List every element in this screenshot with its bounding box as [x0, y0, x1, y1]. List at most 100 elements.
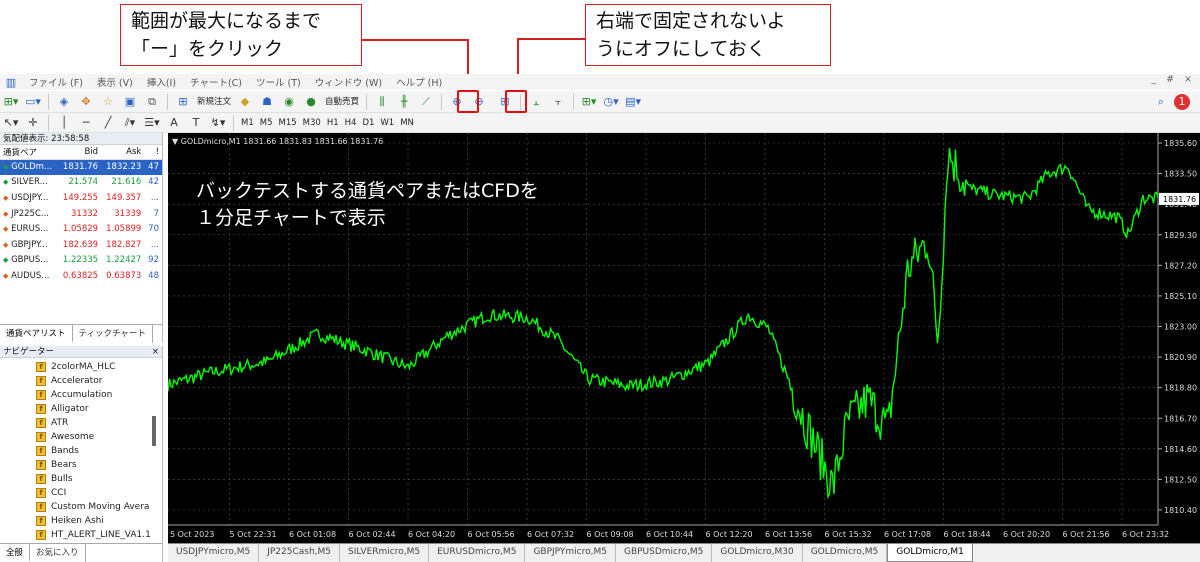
chart-tab[interactable]: JP225Cash,M5: [259, 544, 341, 562]
col-bid[interactable]: Bid: [57, 145, 102, 160]
menu-help[interactable]: ヘルプ (H): [389, 75, 449, 89]
table-row[interactable]: ◆ SILVER... 21.574 21.616 42: [0, 175, 162, 191]
horizontal-line-icon[interactable]: ─: [77, 114, 95, 132]
market-icon[interactable]: ◉: [280, 93, 298, 111]
menu-view[interactable]: 表示 (V): [90, 75, 140, 89]
tf-m1[interactable]: M1: [238, 115, 257, 131]
symbol-cell[interactable]: ◆ AUDUS...: [0, 268, 58, 284]
symbol-cell[interactable]: ◆ GBPUS...: [0, 253, 58, 269]
chart-shift-icon[interactable]: ⫠: [527, 93, 545, 111]
symbol-cell[interactable]: ◆ EURUS...: [0, 221, 58, 237]
menu-file[interactable]: ファイル (F): [22, 75, 90, 89]
chart-tab[interactable]: GOLDmicro,M5: [803, 544, 888, 562]
market-watch-icon[interactable]: ◈: [55, 93, 73, 111]
symbol-cell[interactable]: ◆ GOLDm...: [0, 159, 58, 175]
strategy-tester-icon[interactable]: ⧉: [143, 93, 161, 111]
minimize-icon[interactable]: _: [1151, 74, 1156, 85]
chart-tab[interactable]: GBPUSDmicro,M5: [616, 544, 713, 562]
auto-trade-button[interactable]: 自動売買: [322, 94, 362, 110]
menu-tools[interactable]: ツール (T): [249, 75, 308, 89]
table-row[interactable]: ◆ JP225C... 31332 31339 7: [0, 206, 162, 222]
auto-scroll-icon[interactable]: ⫟: [549, 93, 567, 111]
cursor-icon[interactable]: ↖▾: [2, 114, 20, 132]
table-row[interactable]: ◆ GBPJPY... 182.639 182.827 ...: [0, 237, 162, 253]
menu-window[interactable]: ウィンドウ (W): [308, 75, 389, 89]
line-chart-icon[interactable]: ⟋: [417, 93, 435, 111]
vertical-line-icon[interactable]: │: [55, 114, 73, 132]
arrows-icon[interactable]: ↯▾: [209, 114, 227, 132]
new-order-button[interactable]: 新規注文: [194, 94, 234, 110]
list-item[interactable]: f ATR: [0, 416, 162, 430]
new-chart-icon[interactable]: ⊞▾: [2, 93, 20, 111]
list-item[interactable]: f Accumulation: [0, 388, 162, 402]
list-item[interactable]: f HT_ALERT_LINE_VA1.1: [0, 528, 162, 542]
text-icon[interactable]: A: [165, 114, 183, 132]
chart-tab[interactable]: SILVERmicro,M5: [340, 544, 430, 562]
signals-icon[interactable]: ☗: [258, 93, 276, 111]
tf-w1[interactable]: W1: [377, 115, 397, 131]
tf-m15[interactable]: M15: [276, 115, 300, 131]
table-row[interactable]: ◆ EURUS... 1.05829 1.05899 70: [0, 221, 162, 237]
close-icon[interactable]: ×: [1184, 74, 1192, 85]
crosshair-icon[interactable]: ✛: [24, 114, 42, 132]
col-symbol[interactable]: 通貨ペア: [0, 145, 58, 160]
chart-tab[interactable]: USDJPYmicro,M5: [168, 544, 260, 562]
tab-tick-chart[interactable]: ティックチャート: [73, 325, 153, 343]
fibo-icon[interactable]: ☰▾: [143, 114, 161, 132]
tab-favorites[interactable]: お気に入り: [30, 544, 86, 562]
chart-tab[interactable]: GBPJPYmicro,M5: [525, 544, 616, 562]
table-row[interactable]: ◆ USDJPY... 149.255 149.357 ...: [0, 190, 162, 206]
list-item[interactable]: f CCI: [0, 486, 162, 500]
navigator-scrollbar[interactable]: [152, 416, 156, 446]
tf-m30[interactable]: M30: [300, 115, 324, 131]
label-icon[interactable]: T: [187, 114, 205, 132]
search-icon[interactable]: ⌕: [1152, 93, 1170, 111]
chart-tab[interactable]: EURUSDmicro,M5: [429, 544, 526, 562]
symbol-cell[interactable]: ◆ SILVER...: [0, 175, 58, 191]
list-item[interactable]: f Heiken Ashi: [0, 514, 162, 528]
tf-m5[interactable]: M5: [257, 115, 276, 131]
tf-h1[interactable]: H1: [324, 115, 342, 131]
table-row[interactable]: ◆ GBPUS... 1.22335 1.22427 92: [0, 253, 162, 269]
chart-tab[interactable]: GOLDmicro,M1: [887, 544, 973, 562]
list-item[interactable]: f Accelerator: [0, 374, 162, 388]
list-item[interactable]: f Bulls: [0, 472, 162, 486]
col-spread[interactable]: !: [144, 145, 162, 160]
navigator-icon[interactable]: ☆: [99, 93, 117, 111]
col-ask[interactable]: Ask: [101, 145, 145, 160]
list-item[interactable]: f 2colorMA_HLC: [0, 360, 162, 374]
table-row[interactable]: ◆ AUDUS... 0.63825 0.63873 48: [0, 268, 162, 284]
chart-tab[interactable]: GOLDmicro,M30: [712, 544, 803, 562]
profiles-icon[interactable]: ▭▾: [24, 93, 42, 111]
list-item[interactable]: f Alligator: [0, 402, 162, 416]
list-item[interactable]: f Bears: [0, 458, 162, 472]
templates-icon[interactable]: ▤▾: [624, 93, 642, 111]
tf-h4[interactable]: H4: [342, 115, 360, 131]
channel-icon[interactable]: ⫽▾: [121, 114, 139, 132]
terminal-icon[interactable]: ▣: [121, 93, 139, 111]
tf-mn[interactable]: MN: [397, 115, 417, 131]
tf-d1[interactable]: D1: [359, 115, 377, 131]
restore-icon[interactable]: #: [1166, 74, 1174, 85]
notification-icon[interactable]: 1: [1174, 93, 1190, 110]
periods-icon[interactable]: ◷▾: [602, 93, 620, 111]
tab-symbols[interactable]: 通貨ペアリスト: [0, 325, 73, 343]
indicators-icon[interactable]: ⊞▾: [580, 93, 598, 111]
close-icon[interactable]: ×: [152, 346, 162, 357]
data-window-icon[interactable]: ✥: [77, 93, 95, 111]
trend-line-icon[interactable]: ╱: [99, 114, 117, 132]
meta-editor-icon[interactable]: ◆: [236, 93, 254, 111]
tab-general[interactable]: 全般: [0, 544, 31, 562]
menu-chart[interactable]: チャート(C): [183, 75, 249, 89]
symbol-cell[interactable]: ◆ JP225C...: [0, 206, 58, 222]
list-item[interactable]: f Bands: [0, 444, 162, 458]
auto-trade-icon[interactable]: ●: [302, 93, 320, 111]
candlestick-icon[interactable]: ╫: [395, 93, 413, 111]
list-item[interactable]: f Awesome: [0, 430, 162, 444]
table-row[interactable]: ◆ GOLDm... 1831.76 1832.23 47: [0, 159, 162, 175]
new-order-icon[interactable]: ⊞: [174, 93, 192, 111]
menu-insert[interactable]: 挿入(I): [140, 75, 183, 89]
symbol-cell[interactable]: ◆ GBPJPY...: [0, 237, 58, 253]
bar-chart-icon[interactable]: ⫼: [373, 93, 391, 111]
list-item[interactable]: f Custom Moving Avera: [0, 500, 162, 514]
